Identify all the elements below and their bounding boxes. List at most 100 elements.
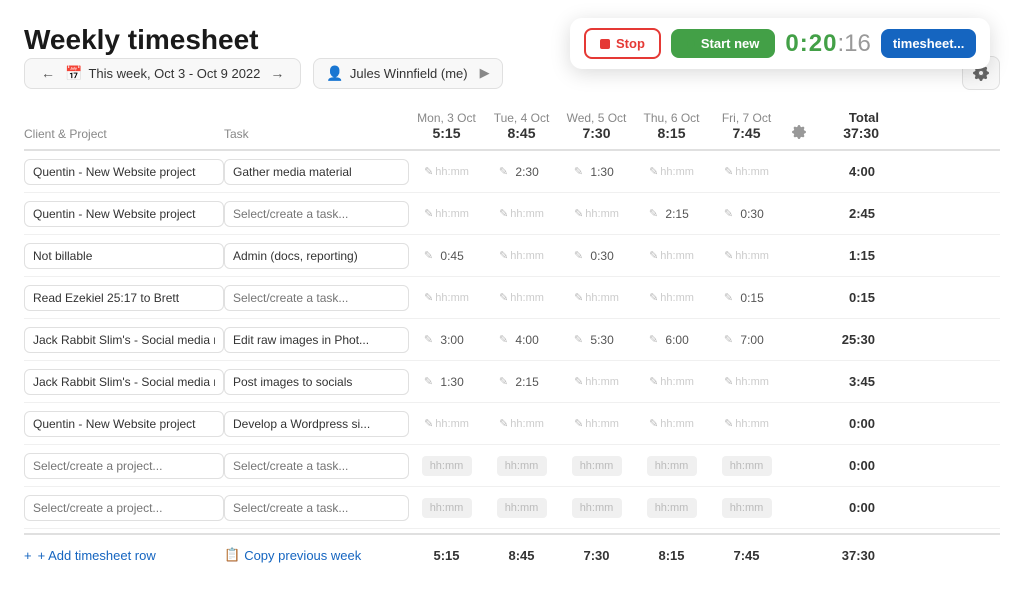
row-1-total: 2:45 — [814, 206, 879, 221]
row-4-project-input[interactable] — [24, 327, 224, 353]
edit-time-icon[interactable]: ✎ — [424, 375, 433, 388]
edit-time-icon[interactable]: ✎ — [499, 375, 508, 388]
row-2-project — [24, 243, 224, 269]
empty-time-cell: hh:mm — [572, 456, 622, 476]
edit-time-icon[interactable]: ✎ — [499, 207, 508, 220]
row-2-day-3: ✎hh:mm — [634, 249, 709, 262]
time-value: 3:00 — [435, 333, 469, 347]
edit-time-icon[interactable]: ✎ — [649, 417, 658, 430]
user-label: Jules Winnfield (me) — [350, 66, 468, 81]
edit-time-icon[interactable]: ✎ — [424, 417, 433, 430]
footer-copy-week[interactable]: 📋 Copy previous week — [224, 547, 409, 563]
row-7-day-0: hh:mm — [409, 456, 484, 476]
stop-icon — [600, 39, 610, 49]
time-placeholder: hh:mm — [660, 376, 694, 388]
edit-time-icon[interactable]: ✎ — [724, 249, 733, 262]
copy-icon: 📋 — [224, 547, 240, 563]
edit-time-icon[interactable]: ✎ — [649, 165, 658, 178]
footer-grand-total: 37:30 — [814, 548, 879, 563]
time-placeholder: hh:mm — [585, 418, 619, 430]
time-value: 2:30 — [510, 165, 544, 179]
edit-time-icon[interactable]: ✎ — [499, 249, 508, 262]
next-week-button[interactable]: → — [266, 65, 288, 81]
row-8-task-input[interactable] — [224, 495, 409, 521]
empty-time-cell: hh:mm — [722, 456, 772, 476]
row-2-task-input[interactable] — [224, 243, 409, 269]
row-1-task — [224, 201, 409, 227]
time-value: 1:30 — [435, 375, 469, 389]
row-1-task-input[interactable] — [224, 201, 409, 227]
stop-button[interactable]: Stop — [584, 28, 661, 59]
edit-time-icon[interactable]: ✎ — [499, 417, 508, 430]
row-5-task-input[interactable] — [224, 369, 409, 395]
row-0-total: 4:00 — [814, 164, 879, 179]
row-2-project-input[interactable] — [24, 243, 224, 269]
row-7-project-input[interactable] — [24, 453, 224, 479]
edit-time-icon[interactable]: ✎ — [424, 291, 433, 304]
edit-time-icon[interactable]: ✎ — [424, 207, 433, 220]
edit-time-icon[interactable]: ✎ — [724, 375, 733, 388]
time-placeholder: hh:mm — [735, 418, 769, 430]
user-icon: 👤 — [326, 65, 343, 82]
row-4-day-4: ✎7:00 — [709, 333, 784, 347]
col-wed-header: Wed, 5 Oct 7:30 — [559, 111, 634, 141]
edit-time-icon[interactable]: ✎ — [649, 291, 658, 304]
start-new-button[interactable]: Start new — [671, 29, 776, 58]
row-5-project-input[interactable] — [24, 369, 224, 395]
edit-time-icon[interactable]: ✎ — [424, 333, 433, 346]
edit-time-icon[interactable]: ✎ — [649, 207, 658, 220]
row-4-task-input[interactable] — [224, 327, 409, 353]
user-selector[interactable]: 👤 Jules Winnfield (me) ▶ — [313, 58, 502, 89]
row-0-task-input[interactable] — [224, 159, 409, 185]
edit-time-icon[interactable]: ✎ — [424, 165, 433, 178]
col-mon-total: 5:15 — [409, 125, 484, 141]
edit-time-icon[interactable]: ✎ — [499, 333, 508, 346]
row-8-day-4: hh:mm — [709, 498, 784, 518]
row-5-total: 3:45 — [814, 374, 879, 389]
edit-time-icon[interactable]: ✎ — [649, 375, 658, 388]
row-1-day-3: ✎2:15 — [634, 207, 709, 221]
edit-time-icon[interactable]: ✎ — [499, 165, 508, 178]
edit-time-icon[interactable]: ✎ — [724, 165, 733, 178]
edit-time-icon[interactable]: ✎ — [574, 165, 583, 178]
footer-add-row[interactable]: + + Add timesheet row — [24, 548, 224, 563]
edit-time-icon[interactable]: ✎ — [724, 207, 733, 220]
col-task-header: Task — [224, 127, 409, 141]
row-3-task-input[interactable] — [224, 285, 409, 311]
col-wed-label: Wed, 5 Oct — [567, 111, 627, 125]
time-value: 0:15 — [735, 291, 769, 305]
row-8-project-input[interactable] — [24, 495, 224, 521]
row-6-task-input[interactable] — [224, 411, 409, 437]
edit-time-icon[interactable]: ✎ — [574, 417, 583, 430]
row-8-day-3: hh:mm — [634, 498, 709, 518]
row-3-project-input[interactable] — [24, 285, 224, 311]
edit-time-icon[interactable]: ✎ — [574, 207, 583, 220]
running-dot-icon — [687, 40, 695, 48]
row-1-project-input[interactable] — [24, 201, 224, 227]
edit-time-icon[interactable]: ✎ — [574, 333, 583, 346]
time-placeholder: hh:mm — [735, 166, 769, 178]
edit-time-icon[interactable]: ✎ — [574, 291, 583, 304]
table-row: ✎hh:mm✎2:30✎1:30✎hh:mm✎hh:mm4:00 — [24, 151, 1000, 193]
time-placeholder: hh:mm — [510, 250, 544, 262]
edit-time-icon[interactable]: ✎ — [649, 333, 658, 346]
row-6-project-input[interactable] — [24, 411, 224, 437]
edit-time-icon[interactable]: ✎ — [724, 333, 733, 346]
edit-time-icon[interactable]: ✎ — [649, 249, 658, 262]
col-tue-header: Tue, 4 Oct 8:45 — [484, 111, 559, 141]
edit-time-icon[interactable]: ✎ — [424, 249, 433, 262]
edit-time-icon[interactable]: ✎ — [499, 291, 508, 304]
col-settings-icon[interactable] — [784, 125, 814, 141]
row-7-task-input[interactable] — [224, 453, 409, 479]
time-placeholder: hh:mm — [735, 376, 769, 388]
row-7-day-4: hh:mm — [709, 456, 784, 476]
edit-time-icon[interactable]: ✎ — [724, 417, 733, 430]
time-placeholder: hh:mm — [510, 418, 544, 430]
row-0-project-input[interactable] — [24, 159, 224, 185]
prev-week-button[interactable]: ← — [37, 65, 59, 81]
time-value: 2:15 — [660, 207, 694, 221]
edit-time-icon[interactable]: ✎ — [724, 291, 733, 304]
edit-time-icon[interactable]: ✎ — [574, 249, 583, 262]
timesheet-badge[interactable]: timesheet... — [881, 29, 977, 58]
edit-time-icon[interactable]: ✎ — [574, 375, 583, 388]
